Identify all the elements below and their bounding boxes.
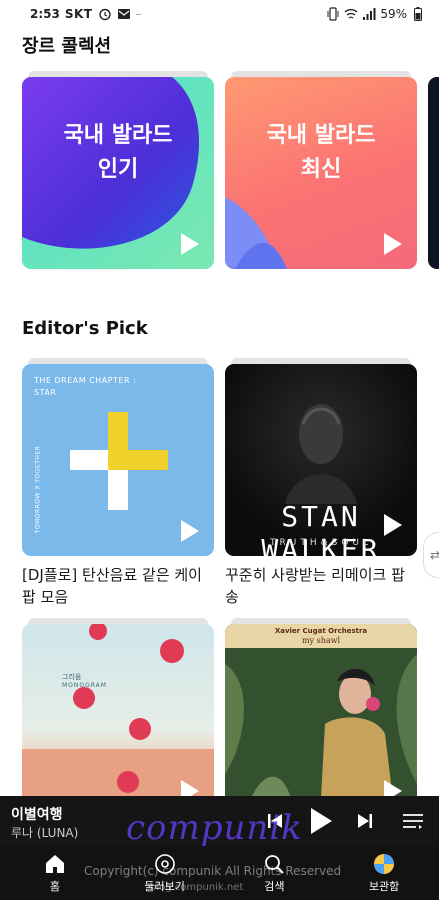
play-icon[interactable] <box>176 518 202 544</box>
editors-card-remake-pop[interactable]: STAN WALKER TRUTH&SOUL <box>225 358 417 556</box>
status-carrier: SKT <box>64 7 93 21</box>
cover-song-name: my shawl <box>301 636 341 645</box>
home-icon <box>45 854 64 873</box>
editors-card-xavier[interactable]: Xavier Cugat Orchestra my shawl <box>225 618 417 816</box>
next-icon <box>358 814 372 828</box>
vibrate-icon <box>326 7 340 21</box>
genre-card-peek[interactable] <box>428 77 439 269</box>
nav-library[interactable]: 보관함 <box>329 846 439 900</box>
cover-title-kr: 그리움 <box>62 673 82 681</box>
cover-title-en: MONOGRAM <box>62 682 107 689</box>
wifi-icon <box>344 7 358 21</box>
editors-card-kpop[interactable]: THE DREAM CHAPTER : STAR TOMORROW X TOGE… <box>22 358 214 556</box>
genre-card-title-2: 국내 발라드 <box>266 123 376 148</box>
editors-cover: Xavier Cugat Orchestra my shawl <box>225 624 417 816</box>
battery-percent: 59% <box>380 7 407 21</box>
genre-collection-title: 장르 콜렉션 <box>22 36 112 57</box>
nav-library-label: 보관함 <box>368 879 400 893</box>
play-button[interactable] <box>306 805 336 837</box>
now-playing-artist: 루나 (LUNA) <box>11 826 79 840</box>
cover-band-name: Xavier Cugat Orchestra <box>274 627 368 635</box>
editors-cover: 그리움 MONOGRAM <box>22 624 214 816</box>
side-swap-handle[interactable]: ⇄ <box>423 532 439 578</box>
genre-card-subtitle-2: 최신 <box>300 157 342 182</box>
watermark-logo: compunik <box>126 808 303 848</box>
battery-icon <box>411 7 425 21</box>
alarm-icon <box>98 7 112 21</box>
editors-pick-title: Editor's Pick <box>22 318 148 339</box>
editors-cover: STAN WALKER TRUTH&SOUL <box>225 364 417 556</box>
status-time: 2:53 <box>30 7 60 21</box>
nav-search-label: 검색 <box>264 879 285 893</box>
genre-cover: 국내 발라드 최신 <box>225 77 417 269</box>
cover-album-text: TRUTH&SOUL <box>269 538 373 548</box>
editors-cover: THE DREAM CHAPTER : STAR TOMORROW X TOGE… <box>22 364 214 556</box>
swap-icon: ⇄ <box>430 548 439 562</box>
watermark-url: blog.compunik.net <box>150 882 244 893</box>
signal-icon <box>362 7 376 21</box>
next-button[interactable] <box>354 808 376 834</box>
genre-cover: 국내 발라드 인기 <box>22 77 214 269</box>
play-icon[interactable] <box>379 512 405 538</box>
playlist-button[interactable] <box>401 808 425 834</box>
editors-card-caption[interactable]: 꾸준히 사랑받는 리메이크 팝송 <box>225 564 417 608</box>
play-icon[interactable] <box>379 231 405 257</box>
play-icon <box>311 808 332 834</box>
genre-card-ballad-latest[interactable]: 국내 발라드 최신 <box>225 71 417 269</box>
mail-icon <box>117 7 131 21</box>
genre-card-subtitle-1: 인기 <box>97 157 139 182</box>
app-screen: 2:53 SKT – 59% 장르 콜렉션 국내 발라드 인기 국내 발라드 최… <box>0 0 439 900</box>
editors-card-monogram[interactable]: 그리움 MONOGRAM <box>22 618 214 816</box>
status-bar: 2:53 SKT – 59% <box>0 0 439 28</box>
genre-card-ballad-popular[interactable]: 국내 발라드 인기 <box>22 71 214 269</box>
editors-card-caption[interactable]: [DJ플로] 탄산음료 같은 케이팝 모음 <box>22 564 214 608</box>
nav-home-label: 홈 <box>49 879 60 893</box>
genre-card-title-1: 국내 발라드 <box>63 123 173 148</box>
library-icon <box>374 853 395 874</box>
play-icon[interactable] <box>176 231 202 257</box>
now-playing-title: 이별여행 <box>11 807 63 823</box>
playlist-icon <box>403 814 423 829</box>
watermark-copyright: Copyright(c) compunik All Rights Reserve… <box>84 864 342 878</box>
